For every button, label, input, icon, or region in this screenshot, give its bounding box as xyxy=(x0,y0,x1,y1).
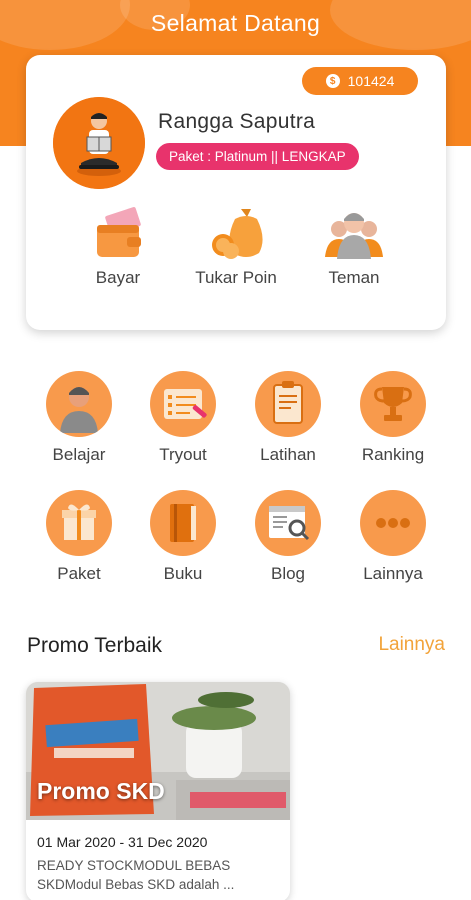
friends-icon xyxy=(325,213,383,259)
clipboard-icon xyxy=(273,381,303,424)
student-reading-icon xyxy=(53,97,145,189)
menu-label-tryout: Tryout xyxy=(159,445,207,464)
menu-item-ranking[interactable]: Ranking xyxy=(343,371,443,465)
menu-label-ranking: Ranking xyxy=(361,445,425,464)
profile-card: $ 101424 Rangga Saputra Paket : Platinum… xyxy=(26,55,446,330)
menu-label-belajar: Belajar xyxy=(52,445,106,464)
redeem-points-button[interactable]: Tukar Poin xyxy=(181,205,291,288)
book-icon xyxy=(170,504,196,542)
menu-label-blog: Blog xyxy=(270,564,306,583)
coin-balance: 101424 xyxy=(347,73,395,89)
promo-description: READY STOCKMODUL BEBAS SKDModul Bebas SK… xyxy=(37,858,235,892)
avatar[interactable] xyxy=(53,97,145,189)
menu-label-buku: Buku xyxy=(163,564,203,583)
coin-balance-badge[interactable]: $ 101424 xyxy=(302,67,418,95)
promo-section-title: Promo Terbaik xyxy=(27,634,163,657)
pay-button[interactable]: Bayar xyxy=(63,205,173,288)
menu-item-buku[interactable]: Buku xyxy=(133,490,233,584)
money-bag-icon xyxy=(212,209,263,259)
wallet-icon xyxy=(97,207,141,257)
package-badge: Paket : Platinum || LENGKAP xyxy=(156,143,359,170)
student-icon xyxy=(60,387,98,433)
menu-label-paket: Paket xyxy=(57,564,101,583)
menu-item-tryout[interactable]: Tryout xyxy=(133,371,233,465)
menu-item-paket[interactable]: Paket xyxy=(29,490,129,584)
menu-label-lainnya: Lainnya xyxy=(363,564,423,583)
friends-label: Teman xyxy=(328,268,380,287)
trophy-icon xyxy=(374,387,412,421)
more-dots-icon xyxy=(376,518,410,528)
blog-search-icon xyxy=(269,506,310,541)
coin-icon: $ xyxy=(325,74,340,88)
promo-date: 01 Mar 2020 - 31 Dec 2020 xyxy=(37,834,208,850)
redeem-points-label: Tukar Poin xyxy=(195,268,277,287)
menu-item-lainnya[interactable]: Lainnya xyxy=(343,490,443,584)
menu-item-belajar[interactable]: Belajar xyxy=(29,371,129,465)
friends-button[interactable]: Teman xyxy=(299,205,409,288)
promo-image: Promo SKD xyxy=(26,682,290,820)
menu-label-latihan: Latihan xyxy=(260,445,316,464)
menu-item-latihan[interactable]: Latihan xyxy=(238,371,338,465)
promo-more-link[interactable]: Lainnya xyxy=(378,634,445,656)
gift-icon xyxy=(62,504,96,540)
pay-label: Bayar xyxy=(95,268,141,287)
promo-overlay-title: Promo SKD xyxy=(37,778,165,804)
checklist-icon xyxy=(164,389,207,419)
page-title: Selamat Datang xyxy=(150,10,321,36)
user-name: Rangga Saputra xyxy=(158,110,316,133)
promo-card[interactable]: Promo SKD 01 Mar 2020 - 31 Dec 2020 READ… xyxy=(26,682,290,900)
menu-item-blog[interactable]: Blog xyxy=(238,490,338,584)
